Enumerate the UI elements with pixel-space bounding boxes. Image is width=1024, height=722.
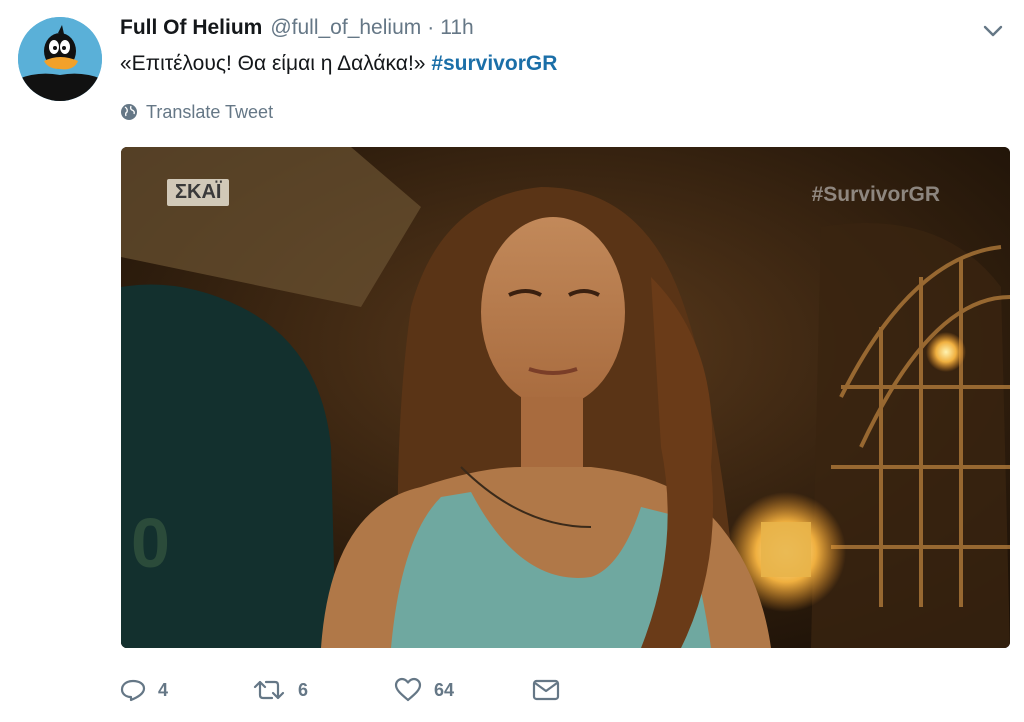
retweet-button[interactable]: 6 [252, 678, 322, 702]
translate-tweet-link[interactable]: Translate Tweet [120, 100, 273, 124]
tweet-media-video[interactable]: 0 ΣΚΑΪ #SurvivorGR [121, 147, 1010, 648]
hashtag-link[interactable]: #survivorGR [431, 52, 557, 75]
retweet-icon [252, 678, 286, 702]
author-avatar[interactable] [18, 17, 102, 101]
chevron-down-icon[interactable] [980, 20, 1006, 42]
retweet-count: 6 [298, 679, 309, 700]
like-count: 64 [434, 679, 455, 700]
envelope-icon [532, 678, 560, 702]
tweet-body: «Επιτέλους! Θα είμαι η Δαλάκα!» [120, 52, 426, 75]
author-handle[interactable]: @full_of_helium [270, 16, 421, 40]
like-button[interactable]: 64 [394, 677, 470, 703]
tweet-header: Full Of Helium @full_of_helium · 11h [120, 16, 474, 44]
tweet-actions: 4 6 64 [120, 672, 632, 708]
translate-label: Translate Tweet [146, 101, 274, 122]
reply-count: 4 [158, 679, 169, 700]
direct-message-button[interactable] [532, 678, 572, 702]
daffy-duck-icon [18, 17, 102, 101]
header-separator: · [427, 16, 435, 39]
tweet-timestamp[interactable]: 11h [440, 16, 473, 40]
heart-icon [394, 677, 422, 703]
channel-logo: ΣΚΑΪ [167, 179, 230, 206]
video-watermark: #SurvivorGR [811, 183, 940, 206]
reply-button[interactable]: 4 [120, 678, 188, 702]
tweet-text: «Επιτέλους! Θα είμαι η Δαλάκα!» #survivo… [120, 52, 557, 76]
author-name[interactable]: Full Of Helium [120, 16, 262, 40]
tweet-card[interactable]: Full Of Helium @full_of_helium · 11h «Επ… [0, 0, 1024, 722]
svg-text:0: 0 [131, 504, 170, 582]
reply-icon [120, 678, 146, 702]
video-frame-image: 0 [121, 147, 1010, 648]
globe-icon [120, 103, 138, 121]
